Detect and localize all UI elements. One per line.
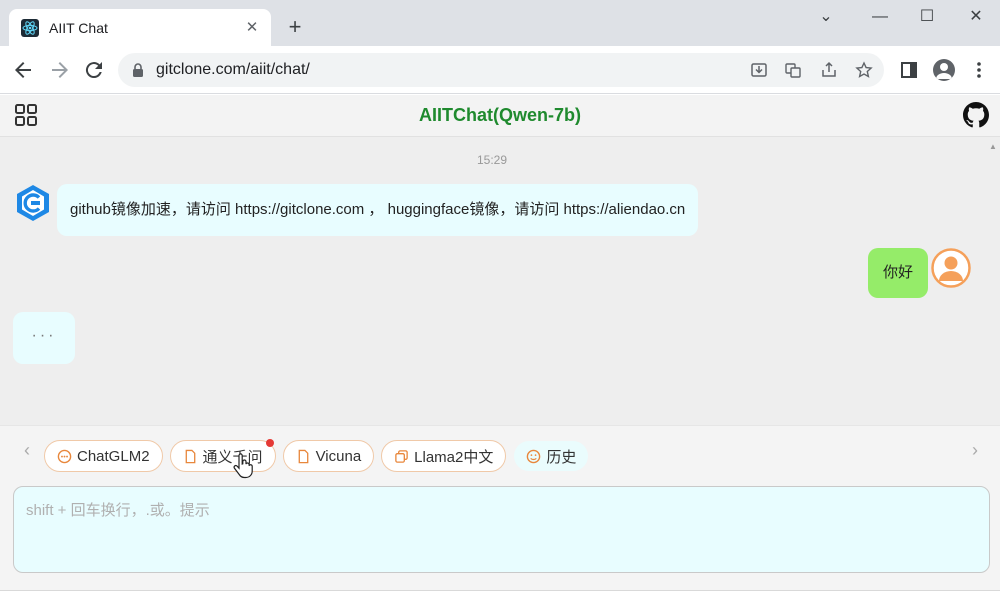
url-text: gitclone.com/aiit/chat/ [156,61,310,78]
browser-tab-strip: AIIT Chat ✕ + ⌄ — ☐ ✕ [0,0,1000,46]
user-message-bubble: 你好 [868,248,928,298]
bot-message-bubble: github镜像加速，请访问 https://gitclone.com ， hu… [57,184,699,236]
minimize-button[interactable]: — [866,6,894,28]
github-icon[interactable] [963,102,989,128]
app-title: AIITChat(Qwen-7b) [419,105,581,125]
tab-title: AIIT Chat [49,19,108,36]
chip-llama2-chinese[interactable]: Llama2中文 [381,440,507,472]
browser-tab[interactable]: AIIT Chat ✕ [9,9,271,46]
user-avatar-icon [931,248,971,288]
hand-cursor-icon [233,453,253,479]
browser-menu-icon[interactable] [967,58,991,82]
address-bar[interactable]: gitclone.com/aiit/chat/ [118,53,884,87]
close-window-button[interactable]: ✕ [962,6,990,28]
bookmark-star-icon[interactable] [855,61,873,79]
document-icon [298,449,308,463]
scroll-up-arrow-icon[interactable]: ▲ [989,142,997,151]
new-tab-button[interactable]: + [283,15,307,39]
share-icon[interactable] [820,61,838,79]
chips-prev-arrow-icon[interactable]: ‹ [19,440,35,460]
restore-button[interactable]: ☐ [913,6,941,28]
message-timestamp: 15:29 [476,153,508,167]
chip-chatglm2[interactable]: ChatGLM2 [44,440,163,472]
typing-indicator: ··· [13,312,75,364]
install-app-icon[interactable] [750,61,768,79]
chip-history[interactable]: 历史 [513,440,590,472]
chip-label: Vicuna [315,447,362,465]
tab-close-icon[interactable]: ✕ [243,19,261,37]
message-input-box[interactable] [13,486,990,573]
model-chip-list: ChatGLM2 通义千问 Vicuna Llama2中文 历史 [44,439,590,472]
chip-label: ChatGLM2 [77,447,150,465]
profile-avatar-icon[interactable] [933,59,955,81]
react-favicon-icon [21,18,39,37]
back-arrow-icon[interactable] [11,58,35,82]
app-header: AIITChat(Qwen-7b) [0,95,1000,137]
chip-vicuna[interactable]: Vicuna [282,440,375,472]
document-icon [185,449,195,463]
chip-label: Llama2中文 [414,448,494,466]
bot-avatar-icon [17,185,49,221]
side-panel-icon[interactable] [897,58,921,82]
chip-label: 历史 [546,448,577,466]
notification-dot [265,439,274,447]
forward-arrow-icon[interactable] [48,58,72,82]
history-icon [527,449,541,463]
tab-search-dropdown-icon[interactable]: ⌄ [812,6,840,28]
chips-next-arrow-icon[interactable]: › [967,440,983,460]
message-input[interactable] [14,487,989,572]
translate-icon[interactable] [784,61,802,79]
browser-toolbar: gitclone.com/aiit/chat/ [0,46,1000,94]
chip-tongyi-qianwen[interactable]: 通义千问 [169,439,276,472]
chat-icon [57,449,72,463]
chat-app: AIITChat(Qwen-7b) ▲ 15:29 github镜像加速，请访问… [0,95,1000,591]
lock-icon [133,63,143,77]
chat-input-panel: ‹ › ChatGLM2 通义千问 Vicuna Llama2中文 历史 shi… [0,425,1000,591]
reload-icon[interactable] [82,58,106,82]
copy-icon [395,449,408,463]
